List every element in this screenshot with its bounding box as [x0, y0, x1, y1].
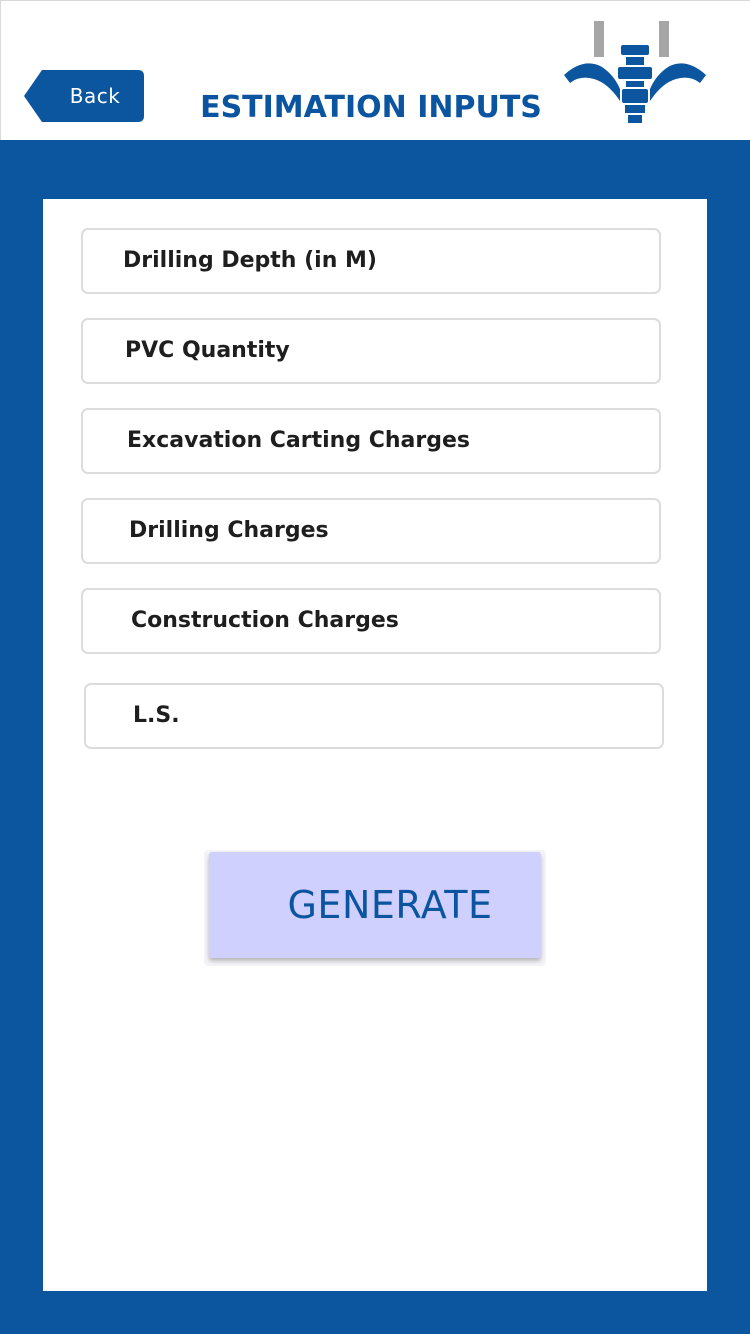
header-border — [0, 1, 1, 141]
pvc-quantity-placeholder: PVC Quantity — [125, 338, 290, 363]
page-title: ESTIMATION INPUTS — [200, 90, 542, 125]
excavation-carting-charges-placeholder: Excavation Carting Charges — [127, 428, 471, 453]
drill-rig-logo-icon — [562, 17, 708, 127]
app-header: Back ESTIMATION INPUTS — [0, 0, 750, 141]
construction-charges-input[interactable]: Construction Charges — [81, 588, 661, 654]
excavation-carting-charges-input[interactable]: Excavation Carting Charges — [81, 408, 661, 474]
back-button-label: Back — [69, 84, 121, 108]
drilling-charges-placeholder: Drilling Charges — [129, 518, 329, 543]
generate-button[interactable]: GENERATE — [209, 852, 541, 958]
drilling-depth-input[interactable]: Drilling Depth (in M) — [81, 228, 661, 294]
drilling-depth-placeholder: Drilling Depth (in M) — [123, 248, 377, 273]
ls-placeholder: L.S. — [133, 703, 180, 728]
back-button[interactable]: Back — [24, 70, 144, 122]
pvc-quantity-input[interactable]: PVC Quantity — [81, 318, 661, 384]
construction-charges-placeholder: Construction Charges — [131, 608, 399, 633]
form-panel: Drilling Depth (in M) PVC Quantity Excav… — [43, 199, 707, 1291]
drilling-charges-input[interactable]: Drilling Charges — [81, 498, 661, 564]
ls-input[interactable]: L.S. — [84, 683, 664, 749]
generate-button-label: GENERATE — [287, 883, 493, 927]
